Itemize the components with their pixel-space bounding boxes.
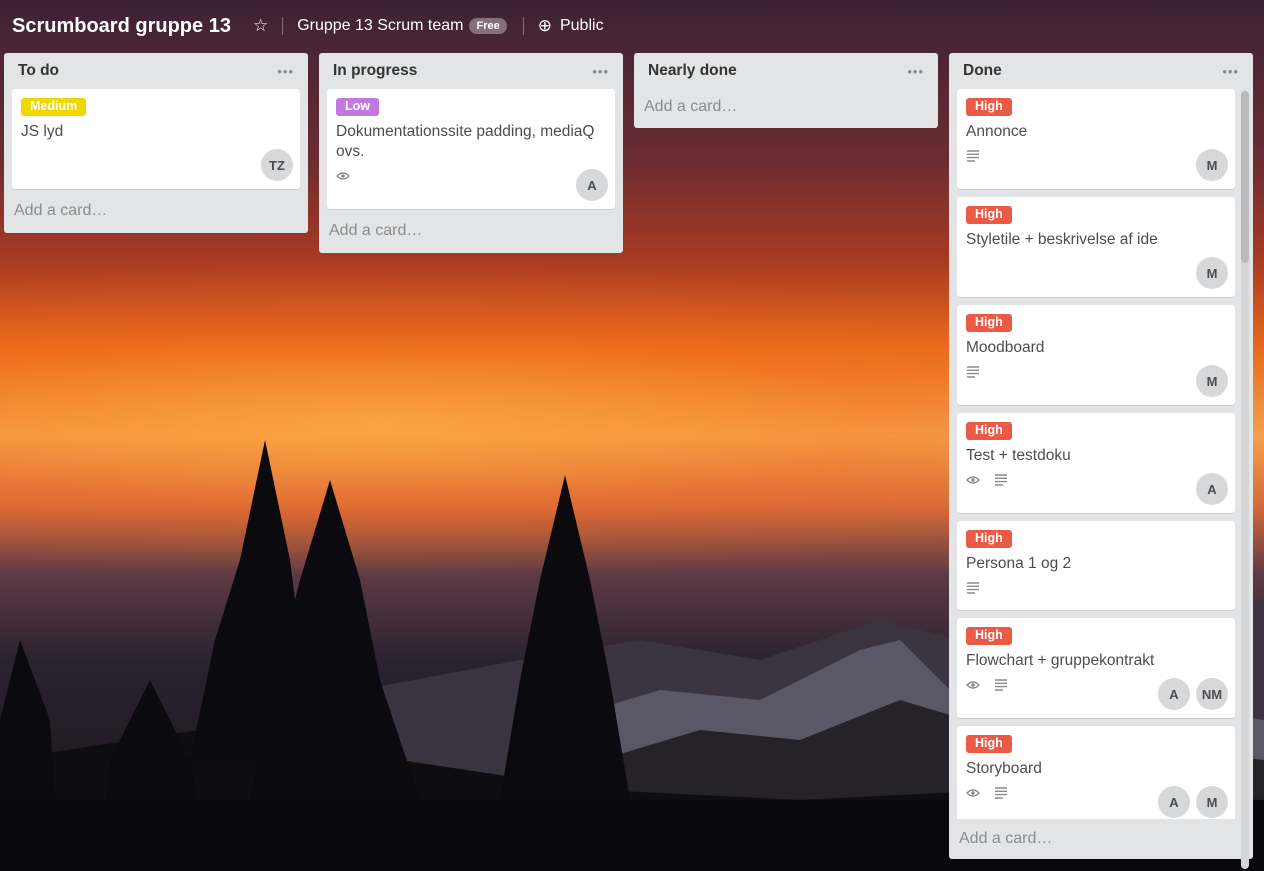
card[interactable]: High Storyboard A M [957,726,1235,819]
avatar[interactable]: M [1196,365,1228,397]
list-header: Done ••• [957,53,1238,89]
description-icon [994,787,1008,799]
card-badges [336,168,606,184]
list-header: To do ••• [12,53,300,89]
more-options-icon[interactable]: ••• [592,64,609,79]
list-nearly-done: Nearly done ••• Add a card… [634,53,938,128]
card-members: A M [1158,786,1228,818]
description-icon [994,679,1008,691]
board-title[interactable]: Scrumboard gruppe 13 [12,15,231,38]
priority-label: High [966,314,1012,332]
description-icon [966,582,980,594]
visibility-label: Public [559,17,604,34]
card-members: M [1196,149,1228,181]
priority-label: High [966,98,1012,116]
card-badges [966,580,1226,596]
more-options-icon[interactable]: ••• [907,64,924,79]
add-card-button[interactable]: Add a card… [642,89,930,128]
card-title: Annonce [966,123,1028,140]
scrollbar-thumb[interactable] [1241,91,1249,263]
priority-label: High [966,735,1012,753]
card[interactable]: Low Dokumentationssite padding, mediaQ o… [327,89,615,209]
card-members: A NM [1158,678,1228,710]
card-badges [966,364,1226,380]
avatar[interactable]: TZ [261,149,293,181]
avatar[interactable]: A [1196,473,1228,505]
card-members: M [1196,257,1228,289]
card-title: Dokumentationssite padding, mediaQ ovs. [336,123,595,160]
team-name-button[interactable]: Gruppe 13 Scrum team [297,17,463,35]
priority-label: Low [336,98,379,116]
add-card-button[interactable]: Add a card… [957,819,1235,859]
card[interactable]: High Persona 1 og 2 [957,521,1235,610]
card[interactable]: High Annonce M [957,89,1235,189]
card-title: Test + testdoku [966,447,1071,464]
header-divider [522,17,524,35]
visibility-button[interactable]: ⊕ Public [538,16,604,36]
add-card-button[interactable]: Add a card… [327,209,615,253]
list-title[interactable]: Nearly done [648,62,737,80]
card[interactable]: High Styletile + beskrivelse af ide M [957,197,1235,297]
priority-label: High [966,530,1012,548]
list-title[interactable]: In progress [333,62,417,80]
card-members: A [576,169,608,201]
avatar[interactable]: A [1158,678,1190,710]
card-members: M [1196,365,1228,397]
description-icon [966,366,980,378]
card[interactable]: High Flowchart + gruppekontrakt A NM [957,618,1235,718]
card-badges [966,148,1226,164]
card-badges [966,472,1226,488]
priority-label: High [966,422,1012,440]
card[interactable]: High Test + testdoku A [957,413,1235,513]
eye-icon [966,475,980,485]
plan-badge: Free [469,18,507,34]
card[interactable]: Medium JS lyd TZ [12,89,300,189]
avatar[interactable]: M [1196,257,1228,289]
list-title[interactable]: Done [963,62,1002,80]
avatar[interactable]: M [1196,149,1228,181]
more-options-icon[interactable]: ••• [1222,64,1239,79]
add-card-button[interactable]: Add a card… [12,189,300,233]
more-options-icon[interactable]: ••• [277,64,294,79]
card-title: Storyboard [966,760,1042,777]
card-title: Moodboard [966,339,1045,356]
avatar[interactable]: A [576,169,608,201]
eye-icon [336,171,350,181]
card-title: Persona 1 og 2 [966,555,1072,572]
globe-icon: ⊕ [537,16,552,35]
done-card-list: High Annonce M High Styletile + beskrive… [957,89,1235,819]
priority-label: High [966,206,1012,224]
card-title: JS lyd [21,123,64,140]
card-members: TZ [261,149,293,181]
board-header: Scrumboard gruppe 13 ☆ Gruppe 13 Scrum t… [0,0,1264,52]
list-in-progress: In progress ••• Low Dokumentationssite p… [319,53,623,253]
avatar[interactable]: M [1196,786,1228,818]
priority-label: High [966,627,1012,645]
description-icon [994,474,1008,486]
star-icon[interactable]: ☆ [253,16,268,36]
priority-label: Medium [21,98,87,116]
description-icon [966,150,980,162]
avatar[interactable]: A [1158,786,1190,818]
eye-icon [966,788,980,798]
header-divider [282,17,284,35]
list-header: Nearly done ••• [642,53,930,89]
list-scrollbar[interactable] [1241,91,1249,869]
list-done: Done ••• High Annonce M High Styletile +… [949,53,1253,869]
eye-icon [966,680,980,690]
list-to-do: To do ••• Medium JS lyd TZ Add a card… [4,53,308,233]
avatar[interactable]: NM [1196,678,1228,710]
list-header: In progress ••• [327,53,615,89]
list-title[interactable]: To do [18,62,59,80]
card-title: Flowchart + gruppekontrakt [966,652,1155,669]
card[interactable]: High Moodboard M [957,305,1235,405]
card-members: A [1196,473,1228,505]
card-title: Styletile + beskrivelse af ide [966,231,1158,248]
